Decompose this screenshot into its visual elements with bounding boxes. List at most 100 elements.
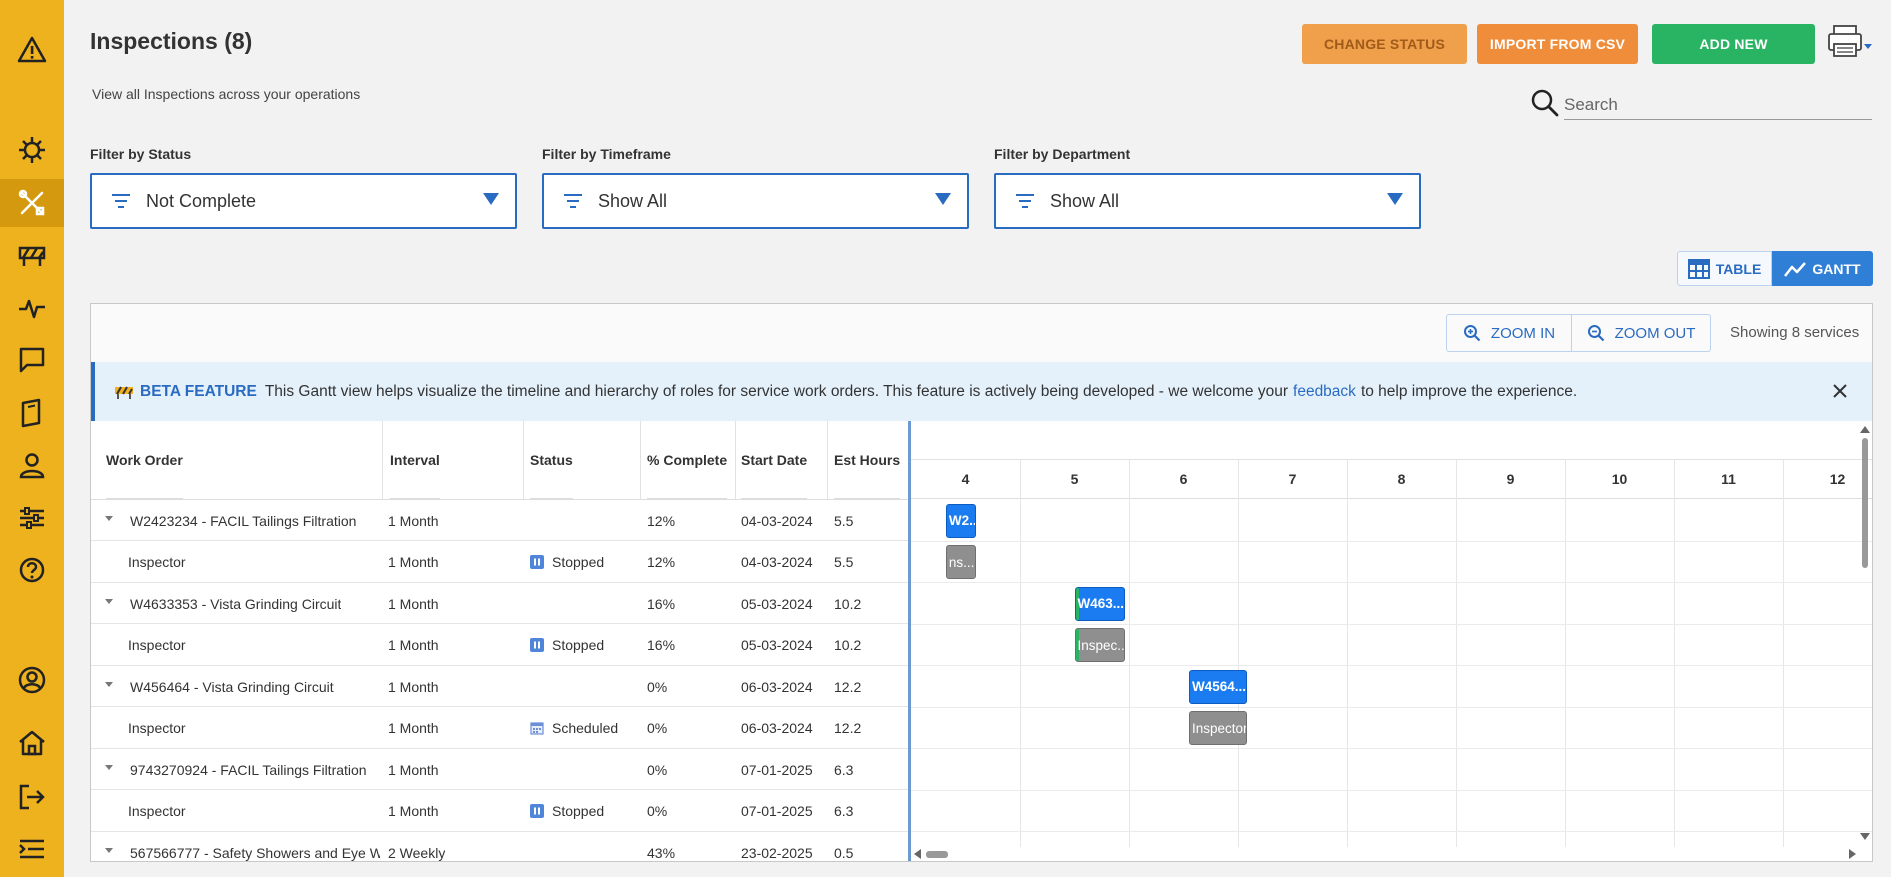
zoom-in-button[interactable]: ZOOM IN: [1446, 314, 1572, 352]
import-csv-button[interactable]: IMPORT FROM CSV: [1477, 24, 1638, 64]
table-row[interactable]: W4633353 - Vista Grinding Circuit 1 Month…: [91, 583, 908, 624]
gantt-row-line: [911, 540, 1872, 542]
column-header-percent-complete[interactable]: % Complete: [647, 421, 728, 499]
barrier-icon[interactable]: [0, 231, 64, 279]
work-order-cell: Inspector: [128, 542, 186, 583]
beta-banner: BETA FEATURE This Gantt view helps visua…: [91, 362, 1872, 421]
expand-caret-icon[interactable]: [105, 516, 113, 521]
gantt-bar-inspector[interactable]: Inspec...: [1074, 628, 1125, 662]
interval-cell-text: 1 Month: [388, 595, 439, 612]
work-order-cell: Inspector: [128, 791, 186, 832]
print-icon[interactable]: [1826, 24, 1872, 60]
interval-cell: 1 Month: [388, 500, 439, 541]
activity-icon[interactable]: [0, 284, 64, 332]
expand-caret-icon[interactable]: [105, 682, 113, 687]
table-row[interactable]: W2423234 - FACIL Tailings Filtration 1 Mo…: [91, 500, 908, 541]
help-icon[interactable]: [0, 546, 64, 594]
gantt-bar-inspector[interactable]: ns...: [945, 545, 977, 579]
sidebar: [0, 0, 64, 877]
table-row[interactable]: 9743270924 - FACIL Tailings Filtration 1 …: [91, 749, 908, 790]
gantt-day-header: 9: [1456, 460, 1565, 499]
column-separator[interactable]: [827, 421, 828, 499]
gantt-bar-work-order[interactable]: W2...: [945, 503, 977, 538]
status-cell-text: Stopped: [552, 637, 605, 653]
gantt-view-button[interactable]: GANTT: [1772, 251, 1873, 286]
work-order-cell-text: Inspector: [128, 637, 186, 653]
start-date-cell: 23-02-2025: [741, 832, 813, 861]
start-date-cell: 06-03-2024: [741, 666, 813, 707]
table-icon: [1687, 258, 1710, 279]
table-view-button[interactable]: TABLE: [1677, 251, 1772, 286]
gantt-grid-line: [1456, 460, 1457, 861]
status-filter-select[interactable]: Not Complete: [90, 173, 517, 229]
menu-collapse-icon[interactable]: [0, 825, 64, 873]
table-row-child[interactable]: Inspector 1 Month Stopped 0% 07-01-2025 6.3: [91, 791, 908, 832]
search-icon[interactable]: [1530, 88, 1560, 118]
start-date-cell-text: 04-03-2024: [741, 554, 813, 570]
feedback-link[interactable]: feedback: [1293, 383, 1356, 401]
expand-caret-icon[interactable]: [105, 765, 113, 770]
horizontal-scrollbar[interactable]: [911, 847, 1859, 861]
logout-icon[interactable]: [0, 773, 64, 821]
zoom-out-button[interactable]: ZOOM OUT: [1571, 314, 1711, 352]
column-header-start-date[interactable]: Start Date: [741, 421, 808, 499]
column-header-work-order[interactable]: Work Order: [106, 421, 183, 499]
column-separator[interactable]: [640, 421, 641, 499]
clipboard-icon[interactable]: [0, 389, 64, 437]
user-icon[interactable]: [0, 441, 64, 489]
tools-icon[interactable]: [0, 179, 64, 227]
add-new-button[interactable]: ADD NEW: [1652, 24, 1815, 64]
start-date-cell: 05-03-2024: [741, 583, 813, 624]
hours-cell-text: 12.2: [834, 720, 862, 736]
work-order-cell-text: Inspector: [128, 720, 186, 736]
timeframe-filter-select[interactable]: Show All: [542, 173, 969, 229]
gantt-day-header: 7: [1238, 460, 1347, 499]
chat-icon[interactable]: [0, 336, 64, 384]
expand-caret-icon[interactable]: [105, 848, 113, 853]
work-order-cell: W456464 - Vista Grinding Circuit: [130, 666, 334, 707]
home-icon[interactable]: [0, 719, 64, 767]
department-filter-select[interactable]: Show All: [994, 173, 1421, 229]
gantt-grid-line: [1129, 460, 1130, 861]
search-input[interactable]: [1564, 90, 1872, 120]
percent-cell-text: 0%: [647, 803, 668, 819]
work-order-cell: 9743270924 - FACIL Tailings Filtration: [130, 749, 367, 790]
column-header-est-hours[interactable]: Est Hours: [834, 421, 901, 499]
table-row-child[interactable]: Inspector 1 Month Stopped 16% 05-03-2024 10.2: [91, 625, 908, 666]
table-row-child[interactable]: Inspector 1 Month Stopped 12% 04-03-2024 5.5: [91, 542, 908, 583]
column-separator[interactable]: [382, 421, 383, 499]
sliders-icon[interactable]: [0, 494, 64, 542]
gantt-bar-work-order[interactable]: W4564...: [1188, 669, 1247, 704]
expand-caret-icon[interactable]: [105, 599, 113, 604]
gantt-bar-inspector[interactable]: Inspector: [1188, 711, 1247, 745]
work-order-cell: W2423234 - FACIL Tailings Filtration: [130, 500, 356, 541]
percent-cell-text: 0%: [647, 678, 668, 695]
start-date-cell: 04-03-2024: [741, 542, 813, 583]
filter-icon: [564, 194, 582, 208]
column-header-interval[interactable]: Interval: [390, 421, 440, 499]
work-order-cell: W4633353 - Vista Grinding Circuit: [130, 583, 341, 624]
warning-icon[interactable]: [0, 26, 64, 74]
table-row-child[interactable]: Inspector 1 Month Scheduled 0% 06-03-2024 12.…: [91, 708, 908, 749]
table-row[interactable]: W456464 - Vista Grinding Circuit 1 Month 0…: [91, 666, 908, 707]
column-separator[interactable]: [523, 421, 524, 499]
gantt-day-header: 10: [1565, 460, 1674, 499]
account-icon[interactable]: [0, 656, 64, 704]
close-icon[interactable]: [1832, 383, 1848, 399]
gantt-view-label: GANTT: [1812, 260, 1861, 277]
interval-cell-text: 2 Weekly: [388, 844, 446, 861]
percent-cell: 0%: [647, 749, 667, 790]
calendar-icon: [530, 721, 544, 735]
gantt-day-header: 6: [1129, 460, 1238, 499]
gantt-bar-work-order[interactable]: W463...: [1074, 586, 1125, 621]
table-row[interactable]: 567566777 - Safety Showers and Eye W... 2…: [91, 832, 908, 861]
column-header-status[interactable]: Status: [530, 421, 573, 499]
gantt-row-line: [911, 706, 1872, 708]
virus-icon[interactable]: [0, 126, 64, 174]
change-status-button[interactable]: CHANGE STATUS: [1302, 24, 1467, 64]
vertical-scrollbar[interactable]: [1859, 424, 1871, 842]
interval-cell: 1 Month: [388, 791, 439, 832]
department-filter-value: Show All: [1050, 190, 1120, 211]
column-separator[interactable]: [735, 421, 736, 499]
start-date-cell-text: 05-03-2024: [741, 637, 813, 653]
